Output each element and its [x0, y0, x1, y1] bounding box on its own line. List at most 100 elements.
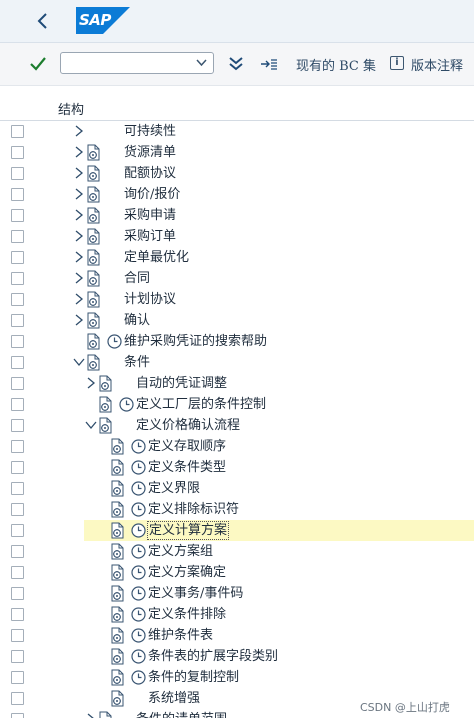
row-checkbox[interactable]: [11, 251, 24, 264]
collapse-toggle[interactable]: [72, 355, 86, 369]
row-checkbox[interactable]: [11, 692, 24, 705]
tree-node-label[interactable]: 定义存取顺序: [148, 438, 226, 455]
existing-bc-sets-button[interactable]: 现有的 BC 集: [296, 55, 376, 74]
row-checkbox[interactable]: [11, 398, 24, 411]
tree-node-label[interactable]: 维护采购凭证的搜索帮助: [124, 333, 267, 350]
expand-toggle[interactable]: [72, 271, 86, 285]
expand-toggle[interactable]: [72, 208, 86, 222]
tree-row[interactable]: 可持续性: [0, 121, 474, 142]
tree-row[interactable]: 询价/报价: [0, 184, 474, 205]
row-checkbox[interactable]: [11, 713, 24, 718]
tree-node-label[interactable]: 采购订单: [124, 228, 176, 245]
execute-clock-icon[interactable]: [130, 585, 147, 602]
tree-row[interactable]: 合同: [0, 268, 474, 289]
tree-row[interactable]: 维护采购凭证的搜索帮助: [0, 331, 474, 352]
tree-node-label[interactable]: 维护条件表: [148, 627, 213, 644]
execute-clock-icon[interactable]: [130, 669, 147, 686]
row-checkbox[interactable]: [11, 146, 24, 159]
execute-clock-icon[interactable]: [130, 438, 147, 455]
tree-row[interactable]: 定义条件排除: [0, 604, 474, 625]
tree-node-label[interactable]: 系统增强: [148, 690, 200, 707]
tree-node-label[interactable]: 货源清单: [124, 144, 176, 161]
tree-node-label[interactable]: 询价/报价: [124, 186, 180, 203]
row-checkbox[interactable]: [11, 566, 24, 579]
tree-node-label[interactable]: 定义排除标识符: [148, 501, 239, 518]
row-checkbox[interactable]: [11, 545, 24, 558]
tree-node-label[interactable]: 采购申请: [124, 207, 176, 224]
row-checkbox[interactable]: [11, 125, 24, 138]
tree-row[interactable]: 配额协议: [0, 163, 474, 184]
tree-row[interactable]: 定义事务/事件码: [0, 583, 474, 604]
row-checkbox[interactable]: [11, 230, 24, 243]
info-icon[interactable]: i: [390, 56, 404, 70]
collapse-toggle[interactable]: [84, 418, 98, 432]
tree-node-label[interactable]: 定单最优化: [124, 249, 189, 266]
tree-row[interactable]: 定义方案确定: [0, 562, 474, 583]
row-checkbox[interactable]: [11, 314, 24, 327]
expand-all-icon[interactable]: [227, 54, 245, 74]
row-checkbox[interactable]: [11, 608, 24, 621]
execute-clock-icon[interactable]: [130, 564, 147, 581]
tree-node-label[interactable]: 条件: [124, 354, 150, 371]
tree-row[interactable]: 货源清单: [0, 142, 474, 163]
tree-row[interactable]: 定义方案组: [0, 541, 474, 562]
tree-row[interactable]: 采购订单: [0, 226, 474, 247]
expand-toggle[interactable]: [72, 187, 86, 201]
execute-clock-icon[interactable]: [130, 543, 147, 560]
tree-row[interactable]: 维护条件表: [0, 625, 474, 646]
release-notes-button[interactable]: 版本注释: [411, 55, 463, 74]
check-icon[interactable]: [28, 55, 48, 73]
execute-clock-icon[interactable]: [130, 501, 147, 518]
tree-row[interactable]: 定义界限: [0, 478, 474, 499]
execute-clock-icon[interactable]: [130, 648, 147, 665]
tree-row[interactable]: 定义计算方案: [0, 520, 474, 541]
expand-toggle[interactable]: [72, 166, 86, 180]
tree-row[interactable]: 定义工厂层的条件控制: [0, 394, 474, 415]
tree-node-label[interactable]: 定义工厂层的条件控制: [136, 396, 266, 413]
tree-node-label[interactable]: 自动的凭证调整: [136, 375, 227, 392]
expand-toggle[interactable]: [72, 250, 86, 264]
tree-row[interactable]: 定义价格确认流程: [0, 415, 474, 436]
row-checkbox[interactable]: [11, 503, 24, 516]
tree-node-label[interactable]: 可持续性: [124, 123, 176, 140]
row-checkbox[interactable]: [11, 419, 24, 432]
execute-clock-icon[interactable]: [130, 522, 147, 539]
row-checkbox[interactable]: [11, 650, 24, 663]
expand-toggle[interactable]: [72, 145, 86, 159]
tree-node-label[interactable]: 条件表的扩展字段类别: [148, 648, 278, 665]
tree-row[interactable]: 计划协议: [0, 289, 474, 310]
tree-node-label[interactable]: 定义价格确认流程: [136, 417, 240, 434]
row-checkbox[interactable]: [11, 377, 24, 390]
tree-node-label[interactable]: 条件的复制控制: [148, 669, 239, 686]
tree-node-label[interactable]: 定义界限: [148, 480, 200, 497]
row-checkbox[interactable]: [11, 461, 24, 474]
execute-clock-icon[interactable]: [130, 606, 147, 623]
row-checkbox[interactable]: [11, 293, 24, 306]
tree-node-label[interactable]: 定义方案组: [148, 543, 213, 560]
row-checkbox[interactable]: [11, 440, 24, 453]
tree-node-label[interactable]: 定义事务/事件码: [148, 585, 243, 602]
execute-clock-icon[interactable]: [130, 459, 147, 476]
tree-node-label[interactable]: 确认: [124, 312, 150, 329]
tree-node-label[interactable]: 配额协议: [124, 165, 176, 182]
tree-row[interactable]: 条件表的扩展字段类别: [0, 646, 474, 667]
expand-toggle[interactable]: [84, 712, 98, 718]
row-checkbox[interactable]: [11, 671, 24, 684]
tree-row[interactable]: 条件: [0, 352, 474, 373]
expand-toggle[interactable]: [72, 313, 86, 327]
tree-node-label[interactable]: 条件的请单范围: [136, 711, 227, 718]
expand-toggle[interactable]: [72, 124, 86, 138]
row-checkbox[interactable]: [11, 167, 24, 180]
tree-row[interactable]: 定义条件类型: [0, 457, 474, 478]
position-cursor-icon[interactable]: [260, 56, 278, 72]
command-field[interactable]: [60, 52, 214, 74]
tree-row[interactable]: 定单最优化: [0, 247, 474, 268]
tree-row[interactable]: 定义存取顺序: [0, 436, 474, 457]
tree-node-label[interactable]: 合同: [124, 270, 150, 287]
back-button[interactable]: [30, 8, 56, 34]
row-checkbox[interactable]: [11, 272, 24, 285]
expand-toggle[interactable]: [84, 376, 98, 390]
row-checkbox[interactable]: [11, 482, 24, 495]
row-checkbox[interactable]: [11, 209, 24, 222]
row-checkbox[interactable]: [11, 587, 24, 600]
